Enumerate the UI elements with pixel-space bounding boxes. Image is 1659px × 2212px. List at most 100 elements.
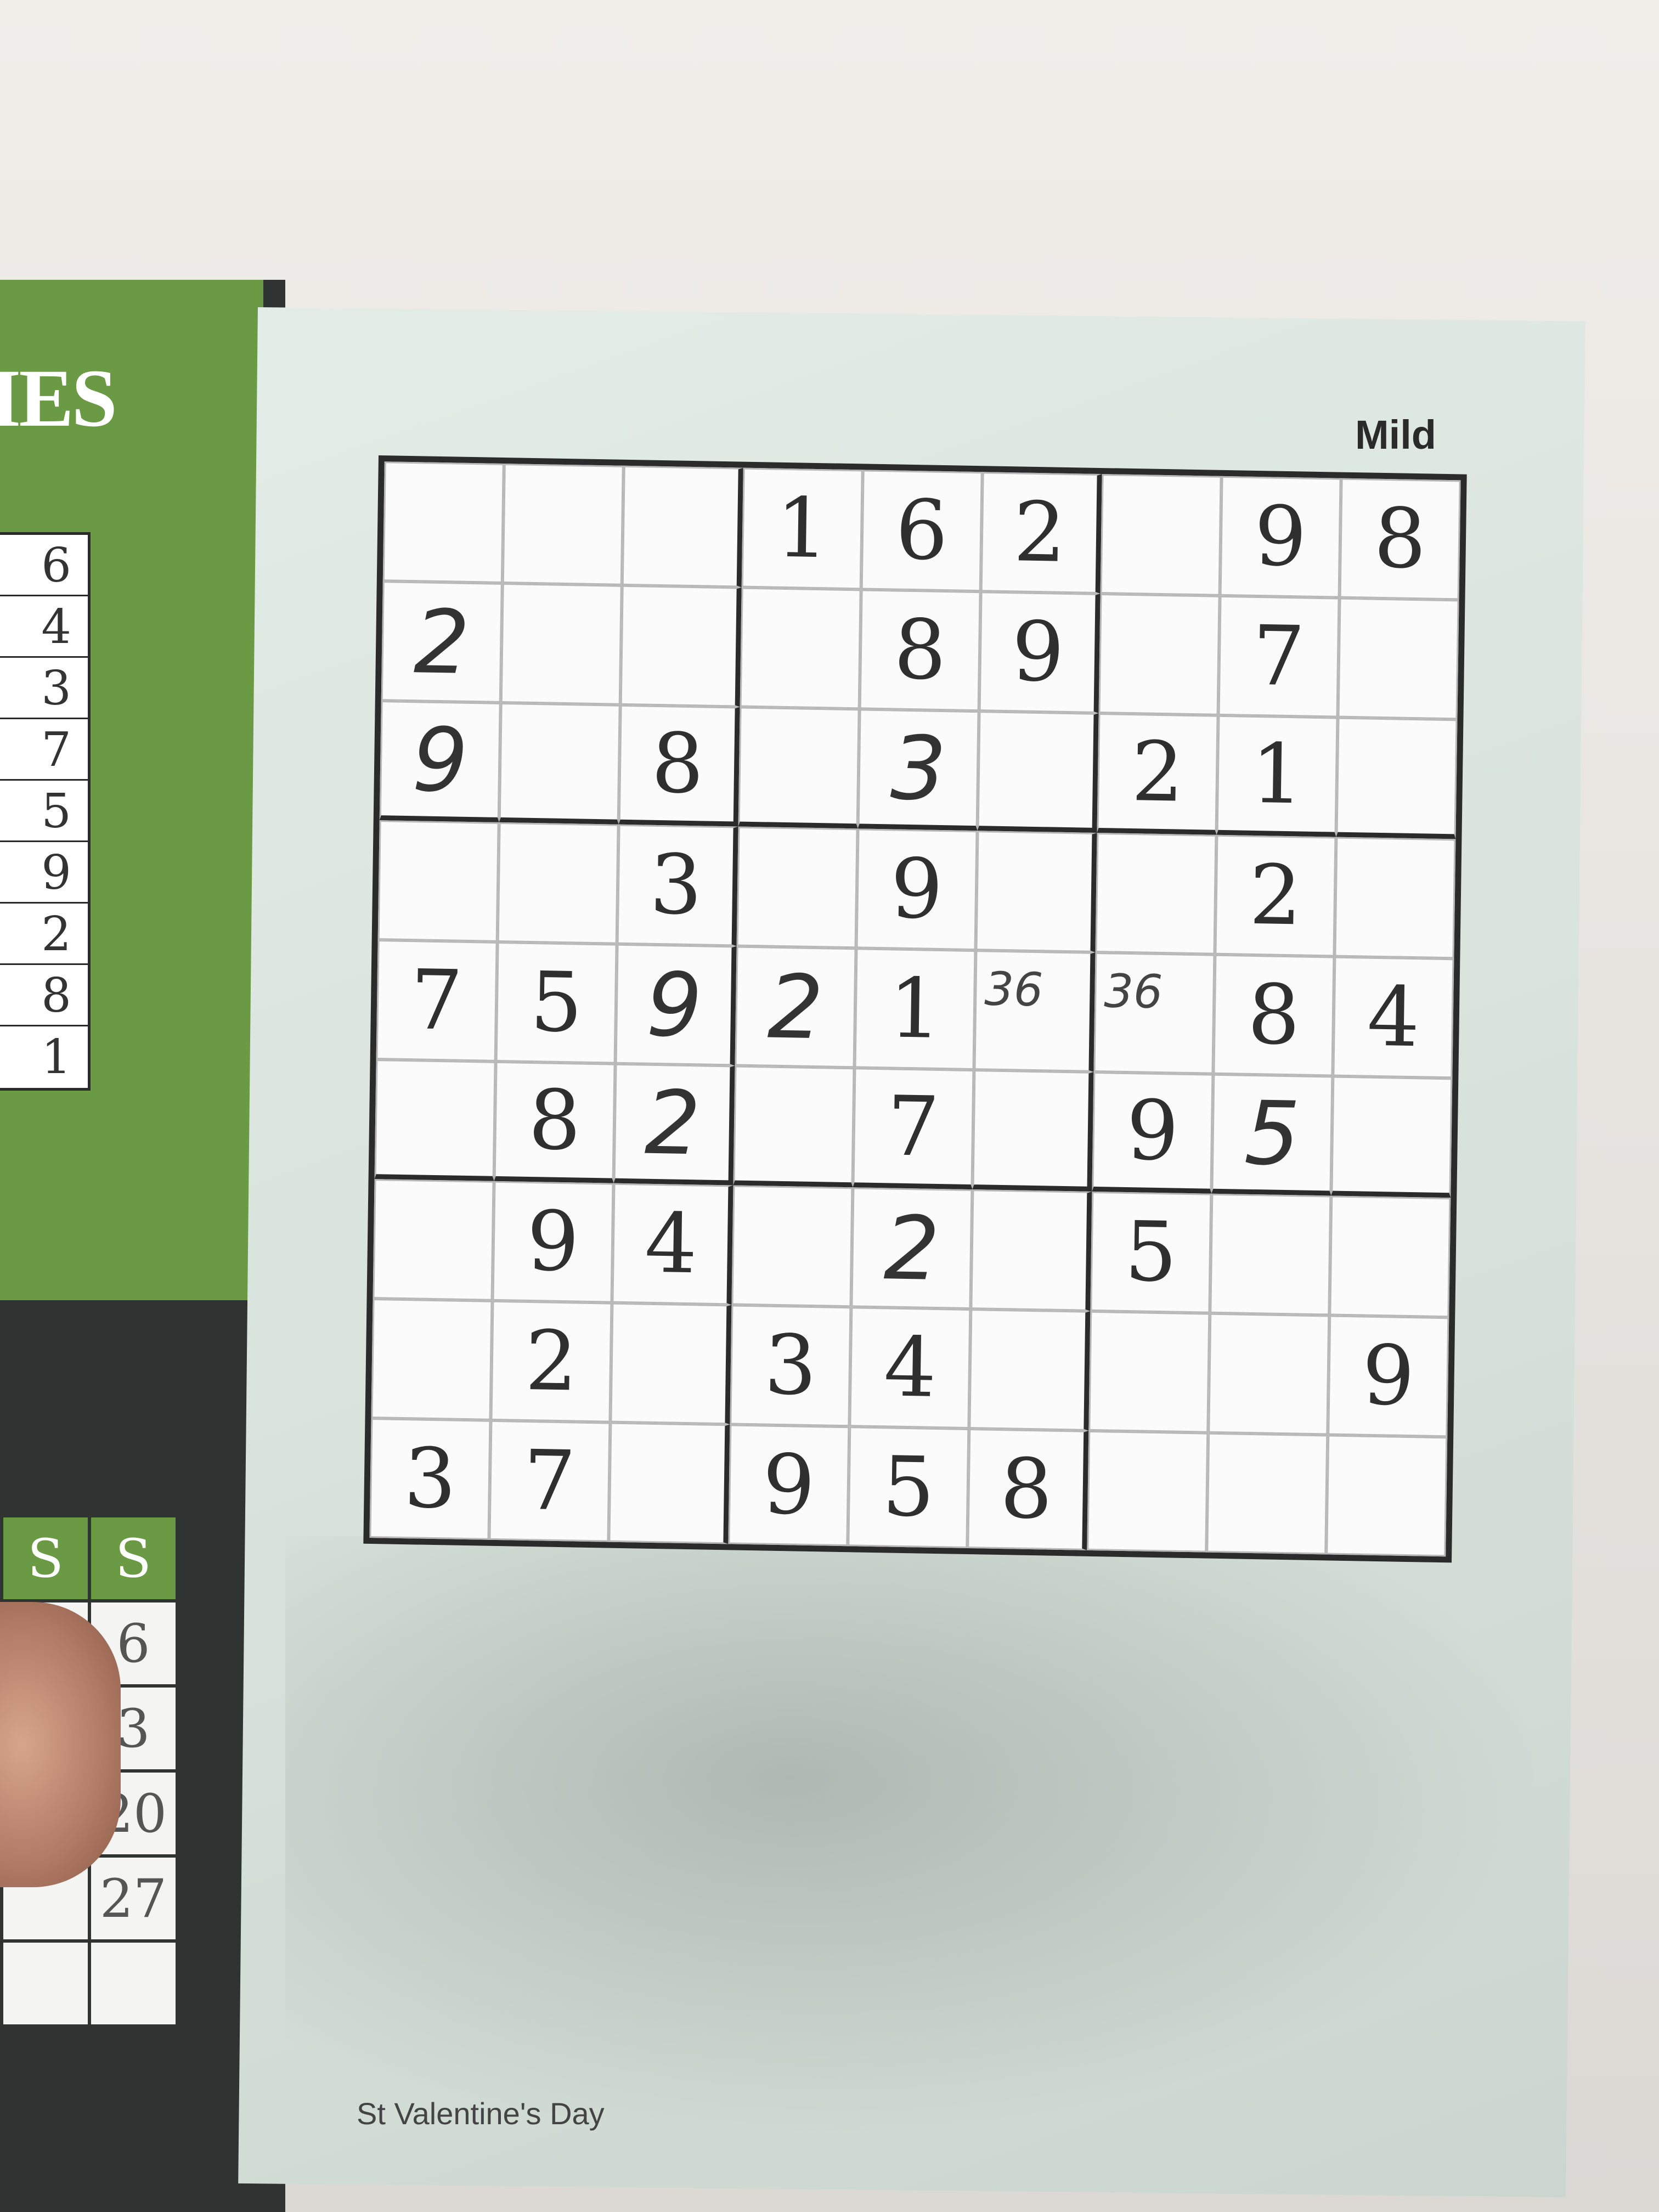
sudoku-cell[interactable] — [497, 822, 619, 944]
sudoku-grid: 1 6 2 9 8 2 8 9 7 9 8 3 2 1 3 9 2 7 5 9 2 1 36 36 8 4 8 2 7 9 5 9 4 2 5 2 3 4… — [363, 455, 1467, 1563]
sudoku-cell[interactable] — [1098, 593, 1220, 715]
sudoku-cell[interactable] — [731, 1185, 853, 1307]
sudoku-cell[interactable] — [1331, 1076, 1453, 1198]
sudoku-cell[interactable] — [502, 463, 624, 585]
sudoku-cell[interactable]: 8 — [967, 1429, 1089, 1550]
sudoku-cell[interactable]: 1 — [1216, 715, 1338, 837]
sudoku-cell[interactable]: 9 — [379, 701, 501, 822]
given-digit: 9 — [526, 1193, 580, 1290]
sudoku-cell[interactable]: 9 — [856, 828, 978, 951]
sudoku-cell[interactable] — [1208, 1313, 1330, 1435]
given-digit: 8 — [1246, 967, 1301, 1064]
given-digit: 9 — [890, 841, 944, 938]
sudoku-cell[interactable] — [373, 1179, 494, 1301]
given-digit: 7 — [887, 1079, 940, 1176]
sudoku-cell[interactable] — [1329, 1195, 1451, 1318]
sudoku-cell[interactable] — [1334, 837, 1456, 959]
sudoku-cell[interactable]: 5 — [1211, 1074, 1333, 1196]
sudoku-cell[interactable]: 6 — [861, 470, 983, 592]
sudoku-cell[interactable]: 9 — [728, 1424, 850, 1547]
sudoku-cell[interactable] — [975, 831, 1097, 952]
sudoku-cell[interactable] — [1100, 474, 1222, 596]
sudoku-cell[interactable]: 9 — [492, 1181, 614, 1303]
sudoku-cell[interactable] — [622, 465, 743, 588]
footer-note: St Valentine's Day — [357, 2096, 605, 2131]
given-digit: 8 — [528, 1072, 582, 1169]
sudoku-cell[interactable]: 5 — [848, 1426, 969, 1549]
sudoku-cell[interactable]: 8 — [859, 589, 981, 712]
hand-shadow — [285, 1536, 1547, 2140]
sudoku-cell[interactable]: 7 — [853, 1068, 974, 1190]
sudoku-cell[interactable]: 3 — [369, 1418, 491, 1540]
sudoku-cell[interactable]: 5 — [1090, 1191, 1212, 1313]
sudoku-cell[interactable]: 8 — [618, 704, 740, 827]
sudoku-cell[interactable]: 4 — [849, 1307, 971, 1429]
sudoku-cell[interactable]: 2 — [613, 1063, 735, 1186]
sudoku-cell[interactable]: 1 — [854, 948, 976, 1070]
sudoku-cell[interactable]: 3 — [617, 824, 738, 946]
sudoku-cell[interactable]: 3 — [857, 709, 979, 831]
sudoku-cell[interactable] — [970, 1189, 1092, 1311]
sudoku-cell[interactable] — [1326, 1435, 1448, 1557]
handwritten-digit: 2 — [644, 1071, 702, 1175]
sudoku-cell[interactable]: 9 — [979, 591, 1101, 713]
sudoku-cell[interactable] — [620, 585, 742, 707]
calendar-week-row — [0, 1939, 179, 2028]
sudoku-cell[interactable]: 5 — [495, 941, 617, 1064]
sudoku-cell[interactable]: 9 — [615, 944, 737, 1066]
sudoku-cell[interactable] — [1088, 1311, 1210, 1433]
sudoku-cell[interactable] — [733, 1065, 855, 1188]
sudoku-cell[interactable] — [1087, 1430, 1209, 1553]
sudoku-cell[interactable]: 2 — [381, 581, 503, 703]
sudoku-cell[interactable]: 2 — [1215, 834, 1336, 957]
sudoku-cell[interactable] — [374, 1059, 496, 1181]
sudoku-cell[interactable] — [608, 1422, 730, 1544]
sudoku-cell[interactable]: 36 — [974, 950, 1096, 1072]
sudoku-cell[interactable] — [371, 1299, 493, 1420]
sudoku-cell[interactable] — [1336, 717, 1458, 839]
sudoku-cell[interactable] — [1338, 597, 1459, 720]
sudoku-cell[interactable]: 8 — [494, 1061, 616, 1183]
calendar-date-cell — [0, 1939, 91, 2028]
sudoku-cell[interactable]: 2 — [490, 1300, 612, 1423]
sudoku-cell[interactable]: 8 — [1213, 954, 1335, 1076]
given-digit: 3 — [403, 1431, 457, 1527]
sudoku-cell[interactable]: 9 — [1328, 1315, 1449, 1437]
sudoku-cell[interactable] — [740, 587, 861, 709]
sudoku-cell[interactable] — [382, 461, 504, 583]
answer-digit: 7 — [0, 719, 88, 781]
answer-digit: 2 — [0, 904, 88, 965]
sudoku-cell[interactable] — [1206, 1432, 1328, 1555]
sudoku-cell[interactable] — [977, 711, 1099, 833]
sudoku-cell[interactable]: 2 — [735, 946, 856, 1068]
sudoku-cell[interactable]: 1 — [741, 467, 863, 590]
sudoku-cell[interactable]: 7 — [1218, 595, 1340, 718]
sudoku-cell[interactable] — [499, 702, 620, 825]
sudoku-cell[interactable] — [1210, 1193, 1331, 1316]
sudoku-cell[interactable] — [969, 1309, 1091, 1431]
sudoku-cell[interactable] — [972, 1070, 1094, 1192]
sudoku-cell[interactable] — [738, 707, 860, 829]
sudoku-cell[interactable]: 4 — [612, 1183, 733, 1305]
sudoku-cell[interactable] — [736, 826, 858, 949]
sudoku-cell[interactable]: 36 — [1093, 952, 1215, 1074]
sudoku-cell[interactable]: 2 — [1097, 713, 1218, 835]
answer-digit: 9 — [0, 842, 88, 904]
sudoku-cell[interactable]: 2 — [980, 472, 1102, 594]
given-digit: 5 — [1124, 1204, 1178, 1301]
sudoku-cell[interactable] — [610, 1302, 732, 1425]
sudoku-cell[interactable]: 7 — [376, 940, 498, 1062]
sudoku-cell[interactable] — [377, 820, 499, 942]
given-digit: 7 — [522, 1432, 577, 1530]
sudoku-cell[interactable] — [500, 583, 622, 705]
difficulty-label: Mild — [1355, 412, 1436, 458]
sudoku-cell[interactable]: 3 — [730, 1305, 851, 1427]
sudoku-cell[interactable]: 7 — [489, 1420, 611, 1542]
sudoku-cell[interactable]: 9 — [1092, 1071, 1214, 1194]
answer-digit: 1 — [41, 1030, 71, 1085]
sudoku-cell[interactable]: 8 — [1339, 478, 1461, 600]
sudoku-cell[interactable]: 2 — [851, 1187, 973, 1310]
sudoku-cell[interactable] — [1095, 832, 1217, 955]
sudoku-cell[interactable]: 4 — [1333, 956, 1454, 1079]
sudoku-cell[interactable]: 9 — [1220, 476, 1341, 598]
